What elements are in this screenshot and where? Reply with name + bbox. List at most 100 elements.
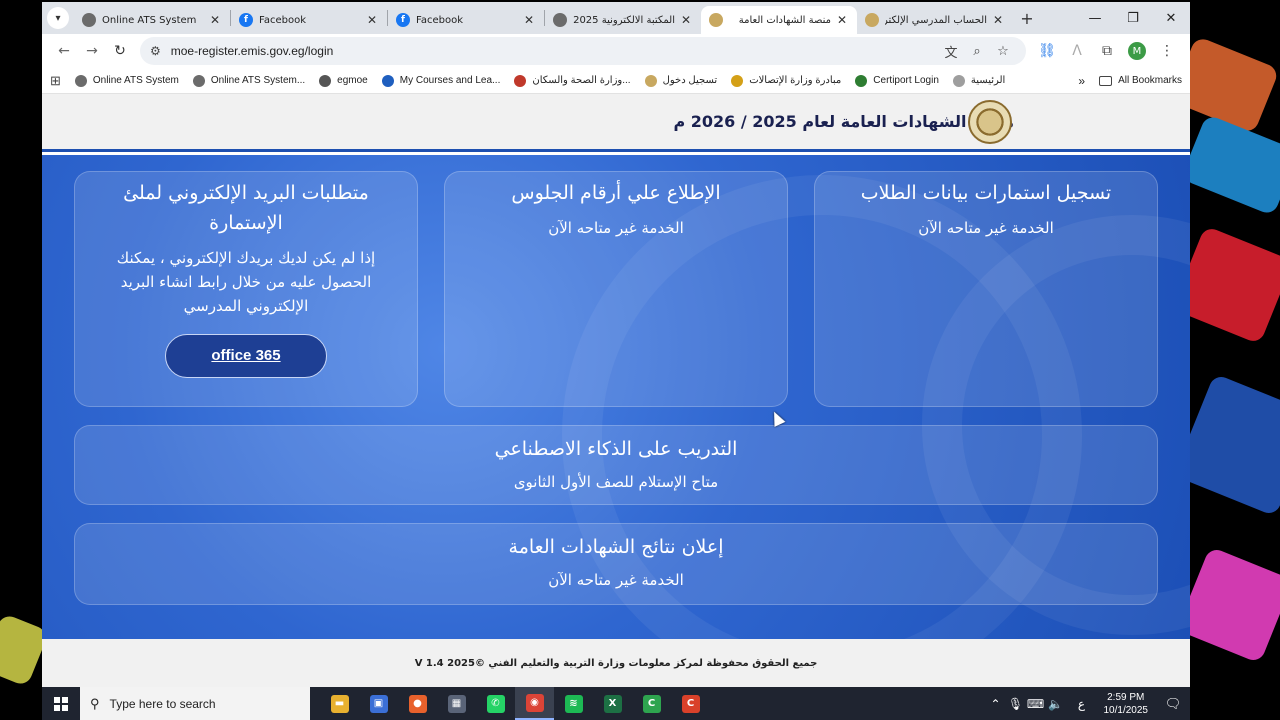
camtasia-icon: C — [642, 694, 661, 713]
taskbar-app-file-explorer[interactable]: ▬ — [320, 687, 359, 720]
volume-icon[interactable]: 🔈 — [1046, 697, 1066, 711]
microphone-icon[interactable]: 🎙 — [1006, 697, 1026, 711]
profile-avatar[interactable]: M — [1128, 42, 1146, 60]
taskbar-app-excel[interactable]: X — [593, 687, 632, 720]
close-tab-icon[interactable]: ✕ — [679, 13, 693, 27]
bookmark-item[interactable]: الرئيسية — [952, 74, 1005, 87]
taskbar-app-chrome[interactable]: ◉ — [515, 687, 554, 720]
browser-tab[interactable]: f Facebook ✕ — [388, 6, 544, 34]
taskbar-search[interactable]: ⚲ Type here to search — [80, 687, 310, 720]
bookmark-star-icon[interactable]: ☆ — [990, 44, 1016, 59]
language-indicator[interactable]: ع — [1072, 697, 1092, 711]
registration-title: تسجيل استمارات بيانات الطلاب — [860, 182, 1112, 204]
close-window-button[interactable]: ✕ — [1152, 2, 1190, 34]
calculator-icon: ▦ — [447, 694, 466, 713]
all-bookmarks-button[interactable]: All Bookmarks — [1099, 75, 1182, 86]
bookmark-item[interactable]: Certiport Login — [855, 74, 939, 87]
web-page: منصة الشهادات العامة لعام 2025 / 2026 م … — [42, 94, 1190, 687]
close-tab-icon[interactable]: ✕ — [522, 13, 536, 27]
bookmark-label: تسجيل دخول — [662, 75, 718, 86]
tab-title: الحساب المدرسي الإلكترو — [885, 14, 987, 26]
bookmark-item[interactable]: My Courses and Lea... — [381, 74, 500, 87]
browser-toolbar: ← → ↻ ⚙ moe-register.emis.gov.eg/login 文… — [42, 34, 1190, 68]
taskbar-app-spotify[interactable]: ≋ — [554, 687, 593, 720]
tab-title: المكتبة الالكترونية 2025- — [573, 14, 675, 26]
address-bar[interactable]: ⚙ moe-register.emis.gov.eg/login 文 ⌕ ☆ — [140, 37, 1026, 65]
bookmark-favicon-icon — [952, 74, 965, 87]
clock[interactable]: 2:59 PM 10/1/2025 — [1104, 691, 1149, 717]
tab-title: منصة الشهادات العامة — [738, 14, 831, 26]
network-icon[interactable]: ⌨ — [1026, 697, 1046, 711]
store-icon: ▣ — [369, 694, 388, 713]
seat-numbers-status: الخدمة غير متاحه الآن — [548, 219, 684, 237]
close-tab-icon[interactable]: ✕ — [991, 13, 1005, 27]
all-bookmarks-label: All Bookmarks — [1118, 75, 1182, 86]
ministry-seal-icon — [865, 13, 879, 27]
start-button[interactable] — [42, 687, 80, 720]
taskbar-search-placeholder: Type here to search — [109, 696, 216, 711]
bookmark-item[interactable]: تسجيل دخول — [644, 74, 718, 87]
registration-card[interactable]: تسجيل استمارات بيانات الطلاب الخدمة غير … — [814, 171, 1158, 407]
notification-icon[interactable]: 🗨 — [1156, 696, 1190, 712]
browser-tab[interactable]: Online ATS System ✕ — [74, 6, 230, 34]
seat-numbers-title: الإطلاع علي أرقام الجلوس — [511, 182, 721, 204]
back-button[interactable]: ← — [50, 37, 78, 65]
chevron-up-icon[interactable]: ⌃ — [986, 697, 1006, 711]
new-tab-button[interactable]: + — [1013, 9, 1041, 28]
taskbar-app-whatsapp[interactable]: ✆ — [476, 687, 515, 720]
forward-button[interactable]: → — [78, 37, 106, 65]
bookmark-label: egmoe — [337, 75, 368, 86]
taskbar-app-camtasia[interactable]: C — [632, 687, 671, 720]
minimize-button[interactable]: — — [1076, 2, 1114, 34]
menu-kebab-icon[interactable]: ⋮ — [1152, 43, 1182, 59]
browser-tab[interactable]: منصة الشهادات العامة ✕ — [701, 6, 857, 34]
close-tab-icon[interactable]: ✕ — [835, 13, 849, 27]
results-card[interactable]: إعلان نتائج الشهادات العامة الخدمة غير م… — [74, 523, 1158, 605]
bookmark-label: وزارة الصحة والسكان... — [532, 75, 631, 86]
whatsapp-icon: ✆ — [486, 694, 505, 713]
firefox-icon: ● — [408, 694, 427, 713]
close-tab-icon[interactable]: ✕ — [365, 13, 379, 27]
recorder-icon: C — [681, 694, 700, 713]
close-tab-icon[interactable]: ✕ — [208, 13, 222, 27]
bookmark-item[interactable]: وزارة الصحة والسكان... — [514, 74, 631, 87]
bookmark-favicon-icon — [381, 74, 394, 87]
file-explorer-icon: ▬ — [330, 694, 349, 713]
bookmark-item[interactable]: Online ATS System — [74, 74, 179, 87]
taskbar-app-calculator[interactable]: ▦ — [437, 687, 476, 720]
ministry-seal-logo — [968, 100, 1012, 144]
bookmark-item[interactable]: Online ATS System... — [192, 74, 305, 87]
bookmark-item[interactable]: مبادرة وزارة الإتصالات — [731, 74, 841, 87]
browser-tab[interactable]: المكتبة الالكترونية 2025- ✕ — [545, 6, 701, 34]
link-icon[interactable]: ⛓ — [1032, 43, 1062, 59]
site-info-icon[interactable]: ⚙ — [150, 44, 161, 58]
extension-a-icon[interactable]: Λ — [1062, 43, 1092, 59]
bookmarks-overflow-button[interactable]: » — [1078, 74, 1085, 88]
office365-button[interactable]: office 365 — [165, 334, 327, 378]
site-title: منصة الشهادات العامة لعام 2025 / 2026 م — [673, 112, 1014, 131]
bookmark-item[interactable]: egmoe — [319, 74, 368, 87]
globe-icon — [553, 13, 567, 27]
translate-icon[interactable]: 文 — [938, 42, 964, 61]
background-tile — [1180, 113, 1280, 217]
apps-grid-icon[interactable]: ⊞ — [50, 73, 61, 89]
zoom-icon[interactable]: ⌕ — [964, 44, 990, 59]
windows-logo-icon — [54, 696, 68, 711]
seat-numbers-card[interactable]: الإطلاع علي أرقام الجلوس الخدمة غير متاح… — [444, 171, 788, 407]
restore-button[interactable]: ❐ — [1114, 2, 1152, 34]
extensions-puzzle-icon[interactable]: ⧉ — [1092, 43, 1122, 59]
facebook-icon: f — [396, 13, 410, 27]
tab-search-button[interactable]: ▾ — [42, 2, 74, 34]
taskbar-app-recorder[interactable]: C — [671, 687, 710, 720]
ai-training-card[interactable]: التدريب على الذكاء الاصطناعي متاح الإستل… — [74, 425, 1158, 505]
windows-taskbar: ⚲ Type here to search ▬ ▣ ● ▦ ✆ ◉ ≋ X C C ⌃ 🎙 ⌨ 🔈… — [42, 687, 1190, 720]
taskbar-app-store[interactable]: ▣ — [359, 687, 398, 720]
globe-icon — [82, 13, 96, 27]
tab-title: Online ATS System — [102, 14, 197, 26]
browser-tab[interactable]: f Facebook ✕ — [231, 6, 387, 34]
browser-tab[interactable]: الحساب المدرسي الإلكترو ✕ — [857, 6, 1013, 34]
reload-button[interactable]: ↻ — [106, 37, 134, 65]
taskbar-app-firefox[interactable]: ● — [398, 687, 437, 720]
spotify-icon: ≋ — [564, 694, 583, 713]
url-text[interactable]: moe-register.emis.gov.eg/login — [171, 44, 938, 58]
